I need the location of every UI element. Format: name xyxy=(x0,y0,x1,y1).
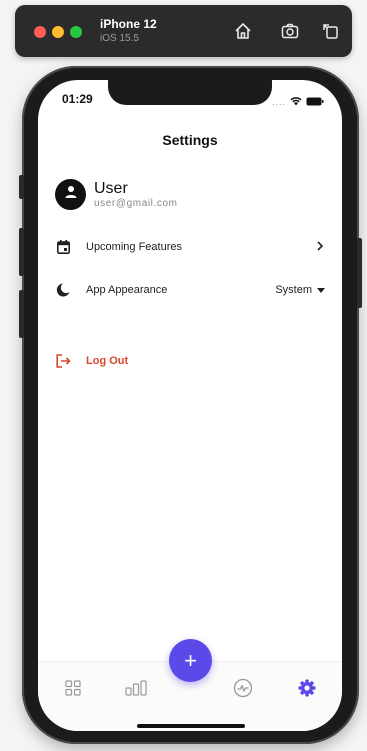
window-close-button[interactable] xyxy=(34,26,46,38)
volume-up-button xyxy=(19,228,24,276)
upcoming-features-label: Upcoming Features xyxy=(86,241,182,253)
rotate-icon[interactable] xyxy=(321,21,341,41)
add-button[interactable]: + xyxy=(169,639,212,682)
volume-down-button xyxy=(19,290,24,338)
window-zoom-button[interactable] xyxy=(70,26,82,38)
status-icons: .... xyxy=(272,93,324,111)
signal-dots: .... xyxy=(271,97,286,107)
notch xyxy=(108,80,272,105)
battery-icon xyxy=(306,93,324,111)
home-indicator xyxy=(137,724,245,728)
bar-chart-icon[interactable] xyxy=(125,677,147,699)
user-name: User xyxy=(94,179,128,197)
moon-icon xyxy=(55,282,71,298)
device-name: iPhone 12 xyxy=(100,17,157,31)
home-icon[interactable] xyxy=(233,21,253,41)
screenshot-icon[interactable] xyxy=(280,21,300,41)
appearance-value: System xyxy=(275,284,312,296)
window-minimize-button[interactable] xyxy=(52,26,64,38)
app-screen: 01:29 .... Settings User user@gmail.com … xyxy=(38,80,342,731)
upcoming-features-row[interactable]: Upcoming Features xyxy=(55,236,325,258)
logout-button[interactable]: Log Out xyxy=(55,350,325,372)
user-email: user@gmail.com xyxy=(94,197,178,209)
person-icon xyxy=(63,184,79,205)
mute-switch xyxy=(19,175,24,199)
power-button xyxy=(357,238,362,308)
plus-icon: + xyxy=(184,647,197,673)
simulator-toolbar: iPhone 12 iOS 15.5 xyxy=(15,5,352,57)
avatar xyxy=(55,179,86,210)
logout-label: Log Out xyxy=(86,355,129,367)
gear-icon[interactable] xyxy=(296,677,318,699)
grid-icon[interactable] xyxy=(62,677,84,699)
activity-icon[interactable] xyxy=(232,677,254,699)
logout-icon xyxy=(55,353,71,369)
user-profile[interactable]: User user@gmail.com xyxy=(55,179,178,210)
chevron-right-icon xyxy=(315,240,325,255)
app-appearance-row[interactable]: App Appearance System xyxy=(55,279,325,301)
dropdown-arrow-icon xyxy=(317,284,325,296)
app-appearance-label: App Appearance xyxy=(86,284,168,296)
os-version: iOS 15.5 xyxy=(100,33,139,44)
page-title: Settings xyxy=(162,132,218,148)
calendar-icon xyxy=(55,239,71,255)
appearance-select[interactable]: System xyxy=(275,284,325,296)
wifi-icon xyxy=(290,93,302,111)
status-time: 01:29 xyxy=(62,92,93,106)
